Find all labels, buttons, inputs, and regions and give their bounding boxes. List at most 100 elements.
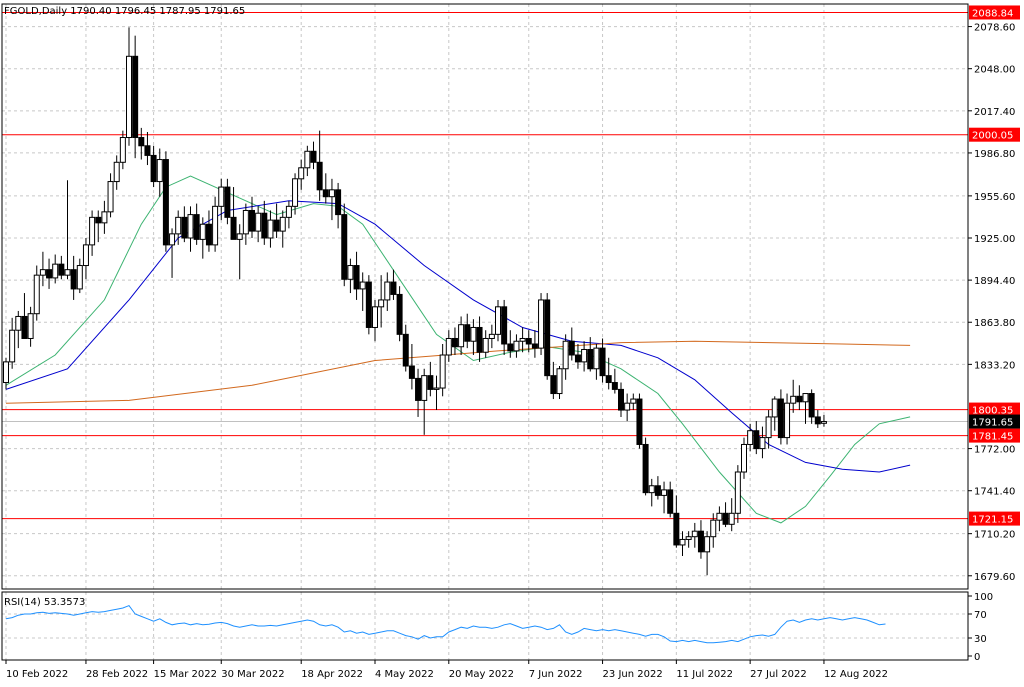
candle-up [304,150,311,169]
rsi-title: RSI(14) 53.3573 [4,597,85,608]
candle-down [132,55,139,139]
candle-down [408,365,415,379]
x-tick-label: 18 Apr 2022 [301,669,363,680]
x-tick-label: 28 Feb 2022 [86,669,148,680]
candle-up [267,219,274,239]
candle-up [685,536,692,540]
y-tick-label: 1955.60 [974,192,1015,203]
candle-down [396,293,403,335]
candle-down [335,189,342,216]
candle-up [378,299,385,308]
candle-up [64,269,71,276]
candle-down [605,375,612,384]
candle-up [728,512,735,525]
candle-down [138,137,145,147]
candle-down [353,265,360,290]
candle-up [15,315,22,331]
candle-up [279,216,286,232]
level-tag-label: 1781.45 [972,432,1013,443]
x-tick-label: 7 Jun 2022 [529,669,583,680]
candle-up [372,306,378,328]
candle-up [82,244,89,267]
candle-up [630,398,637,404]
candle-up [101,211,108,224]
rsi-y-tick-label: 70 [974,610,987,621]
x-tick-label: 30 Mar 2022 [221,669,284,680]
candle-down [667,489,674,514]
chart-canvas: 2088.842000.051800.351781.451721.151791.… [1,3,1020,680]
candle-down [753,430,760,450]
candle-down [777,398,784,439]
candle-up [292,178,299,207]
candle-up [661,489,668,496]
candle-up [33,274,40,315]
candle-down [574,354,581,363]
main-frame [1,3,969,590]
candle-up [513,340,520,352]
candle-up [126,55,132,139]
candle-down [205,223,212,246]
rsi-line [5,604,886,644]
candle-down [181,216,188,239]
x-tick-label: 20 May 2022 [449,669,514,680]
y-tick-label: 1772.00 [974,445,1015,456]
candle-down [697,530,704,553]
candle-up [107,181,114,213]
candle-up [488,333,495,339]
horizontal-levels: 2088.842000.051800.351781.451721.151791.… [2,5,1020,526]
x-tick-label: 4 May 2022 [375,669,434,680]
candle-up [679,538,686,546]
y-tick-label: 2048.00 [974,65,1015,76]
candle-up [802,393,809,403]
chart-title: FGOLD,Daily 1790.40 1796.45 1787.95 1791… [4,6,245,17]
candle-down [150,154,157,183]
candle-down [587,348,594,370]
trading-chart: 2088.84 2000.05 1800.35 1781.45 1721.15 1791.… [0,0,1024,683]
candle-up [242,209,249,235]
level-tag-label: 2000.05 [972,131,1013,142]
candle-down [322,189,329,198]
candle-down [402,333,409,367]
rsi-y-tick-label: 100 [974,592,993,603]
candle-down [224,186,231,218]
candle-up [771,398,778,418]
candle-up [519,337,526,342]
candle-up [285,205,292,218]
y-tick-label: 1741.40 [974,487,1015,498]
candle-down [550,375,557,395]
candle-down [144,145,151,156]
candle-down [618,388,624,411]
candle-down [95,216,102,224]
candle-up [734,471,741,514]
candle-up [113,161,120,183]
candle-up [704,536,711,553]
candle-up [648,485,655,494]
candle-up [328,189,335,198]
level-tag-label: 1721.15 [972,515,1013,526]
candle-down [415,377,422,401]
candle-up [236,233,243,240]
candle-down [316,161,323,191]
candle-up [199,223,206,240]
candle-up [169,233,176,246]
candle-up [747,430,754,445]
rsi-y-tick-label: 0 [974,652,980,663]
x-tick-label: 23 Jun 2022 [603,669,663,680]
x-tick-label: 10 Feb 2022 [6,669,68,680]
candle-up [624,402,631,411]
candle-up [39,269,46,276]
candle-up [156,159,163,183]
candle-up [119,137,126,163]
ma_mid-line [5,200,911,473]
candle-down [476,326,483,353]
candle-up [347,265,354,280]
candle-down [390,281,397,295]
candle-down [808,393,815,418]
candle-down [21,315,28,339]
candle-up [495,306,501,335]
candle-down [525,337,532,345]
candle-up [790,395,797,404]
candle-up [691,530,698,538]
candle-down [642,443,649,494]
candle-down [568,340,575,356]
